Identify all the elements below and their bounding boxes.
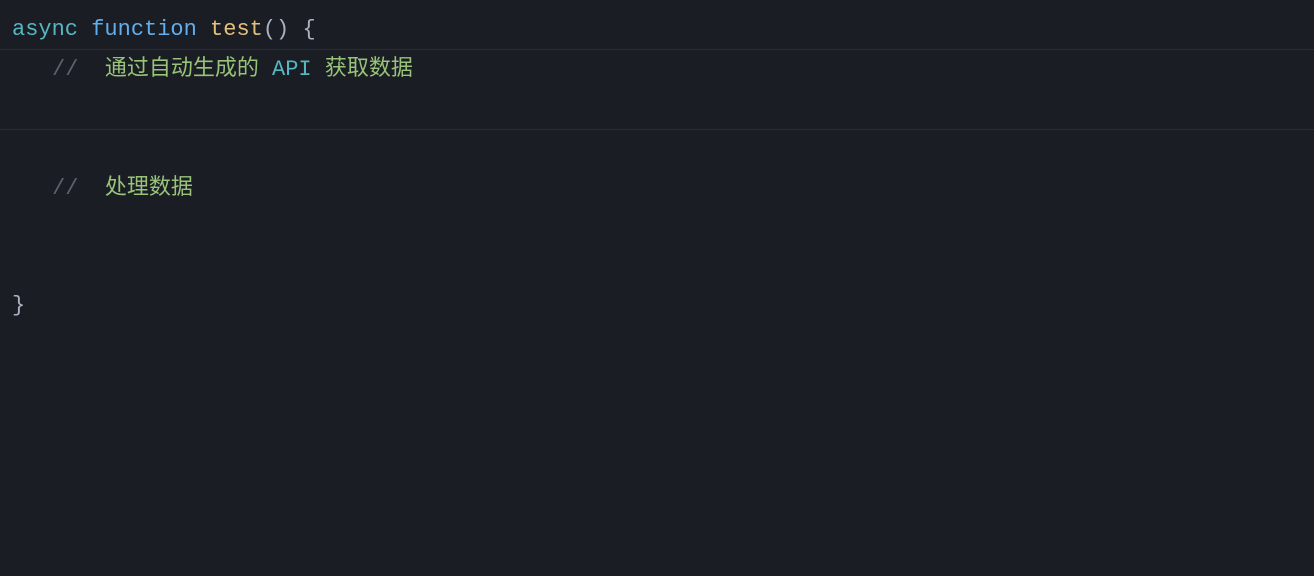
token-comment-slash-2: // xyxy=(52,171,78,206)
code-line-4 xyxy=(0,130,1314,169)
token-async: async xyxy=(12,12,78,47)
empty-line-3 xyxy=(12,91,25,126)
token-space-2 xyxy=(197,12,210,47)
code-line-5: // 处理数据 xyxy=(0,169,1314,208)
token-comment-chinese-1: 通过自动生成的 xyxy=(105,52,259,87)
token-function: function xyxy=(91,12,197,47)
token-space-7 xyxy=(78,171,104,206)
token-open-brace: { xyxy=(302,12,315,47)
token-space-3 xyxy=(289,12,302,47)
token-space-6 xyxy=(312,52,325,87)
code-line-7 xyxy=(0,247,1314,286)
token-close-brace: } xyxy=(12,288,25,323)
token-comment-chinese-2: 获取数据 xyxy=(325,52,413,87)
code-line-8: } xyxy=(0,286,1314,325)
token-comment-slash-1: // xyxy=(52,52,78,87)
code-line-2: // 通过自动生成的 API 获取数据 xyxy=(0,50,1314,89)
code-line-1: async function test () { xyxy=(0,10,1314,50)
token-space-1 xyxy=(78,12,91,47)
code-line-6 xyxy=(0,208,1314,247)
empty-line-6 xyxy=(12,210,25,245)
token-paren: () xyxy=(263,12,289,47)
token-funcname: test xyxy=(210,12,263,47)
empty-line-7 xyxy=(12,249,25,284)
token-space-4 xyxy=(78,52,104,87)
token-space-5 xyxy=(259,52,272,87)
code-line-3 xyxy=(0,89,1314,129)
token-comment-chinese-3: 处理数据 xyxy=(105,171,193,206)
token-api: API xyxy=(272,52,312,87)
code-editor: async function test () { // 通过自动生成的 API … xyxy=(0,0,1314,576)
empty-line-4 xyxy=(12,132,25,167)
